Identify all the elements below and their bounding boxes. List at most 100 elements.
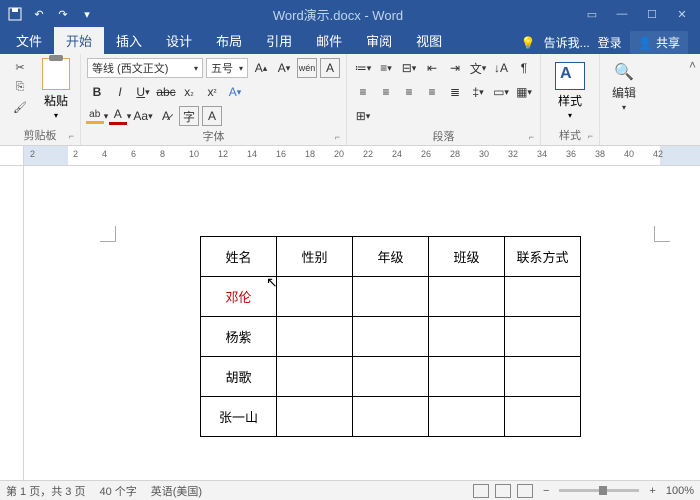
snap-grid-icon[interactable]: ⊞▾ <box>353 106 373 126</box>
status-word-count[interactable]: 40 个字 <box>99 483 136 499</box>
table-cell[interactable]: 邓伦 <box>201 277 277 317</box>
line-spacing-icon[interactable]: ‡▾ <box>468 82 488 102</box>
table-row[interactable]: 胡歌 <box>201 357 581 397</box>
tab-view[interactable]: 视图 <box>404 27 454 54</box>
table-header-cell[interactable]: 姓名 <box>201 237 277 277</box>
phonetic-guide-icon[interactable]: wén <box>297 58 317 78</box>
tab-layout[interactable]: 布局 <box>204 27 254 54</box>
table-cell[interactable]: 杨紫 <box>201 317 277 357</box>
italic-icon[interactable]: I <box>110 82 130 102</box>
page[interactable]: 姓名 性别 年级 班级 联系方式 邓伦 杨紫 胡歌 张一山 <box>30 174 690 480</box>
document-area[interactable]: 姓名 性别 年级 班级 联系方式 邓伦 杨紫 胡歌 张一山 <box>0 166 700 480</box>
justify-icon[interactable]: ≡ <box>422 82 442 102</box>
table-cell[interactable] <box>505 277 581 317</box>
tab-references[interactable]: 引用 <box>254 27 304 54</box>
sort-icon[interactable]: ↓A <box>491 58 511 78</box>
show-marks-icon[interactable]: ¶ <box>514 58 534 78</box>
table-cell[interactable] <box>505 357 581 397</box>
tab-file[interactable]: 文件 <box>4 27 54 54</box>
table-cell[interactable] <box>353 317 429 357</box>
table-row[interactable]: 张一山 <box>201 397 581 437</box>
table-cell[interactable] <box>353 397 429 437</box>
table-header-cell[interactable]: 年级 <box>353 237 429 277</box>
maximize-icon[interactable]: ☐ <box>638 3 666 25</box>
table-cell[interactable]: 张一山 <box>201 397 277 437</box>
numbering-icon[interactable]: ≡▾ <box>376 58 396 78</box>
character-border-icon[interactable]: A <box>320 58 340 78</box>
share-button[interactable]: 👤 共享 <box>630 31 688 54</box>
align-right-icon[interactable]: ≡ <box>399 82 419 102</box>
paste-button[interactable]: 粘贴 ▾ <box>38 58 74 125</box>
save-icon[interactable] <box>4 3 26 25</box>
styles-dropdown-icon[interactable]: ▾ <box>568 111 572 120</box>
font-size-combo[interactable]: 五号▾ <box>206 58 248 78</box>
align-center-icon[interactable]: ≡ <box>376 82 396 102</box>
distributed-icon[interactable]: ≣ <box>445 82 465 102</box>
zoom-slider[interactable] <box>559 489 639 492</box>
ribbon-options-icon[interactable]: ▭ <box>578 3 606 25</box>
styles-button[interactable]: 样式 ▾ <box>547 58 593 125</box>
table-cell[interactable] <box>277 317 353 357</box>
table-cell[interactable] <box>277 397 353 437</box>
multilevel-list-icon[interactable]: ⊟▾ <box>399 58 419 78</box>
table-cell[interactable] <box>277 357 353 397</box>
clipboard-launcher-icon[interactable]: ⌐ <box>69 131 74 141</box>
paste-dropdown-icon[interactable]: ▾ <box>54 111 58 120</box>
tab-insert[interactable]: 插入 <box>104 27 154 54</box>
redo-icon[interactable]: ↷ <box>52 3 74 25</box>
superscript-icon[interactable]: x² <box>202 82 222 102</box>
tab-design[interactable]: 设计 <box>154 27 204 54</box>
zoom-level[interactable]: 100% <box>666 485 694 497</box>
ruler-vertical[interactable] <box>0 166 24 480</box>
bold-icon[interactable]: B <box>87 82 107 102</box>
copy-icon[interactable]: ⎘ <box>10 78 30 96</box>
align-left-icon[interactable]: ≡ <box>353 82 373 102</box>
table-header-row[interactable]: 姓名 性别 年级 班级 联系方式 <box>201 237 581 277</box>
read-mode-icon[interactable] <box>473 484 489 498</box>
table-cell[interactable] <box>429 277 505 317</box>
asian-layout-icon[interactable]: 文▾ <box>468 58 488 78</box>
minimize-icon[interactable]: — <box>608 3 636 25</box>
paragraph-launcher-icon[interactable]: ⌐ <box>529 132 534 142</box>
text-effects-icon[interactable]: A▾ <box>225 82 245 102</box>
status-language[interactable]: 英语(美国) <box>151 483 202 499</box>
editing-dropdown-icon[interactable]: ▾ <box>622 103 626 112</box>
table-header-cell[interactable]: 班级 <box>429 237 505 277</box>
tab-home[interactable]: 开始 <box>54 27 104 54</box>
table-cell[interactable] <box>505 317 581 357</box>
strikethrough-icon[interactable]: abc <box>156 82 176 102</box>
table-row[interactable]: 邓伦 <box>201 277 581 317</box>
font-launcher-icon[interactable]: ⌐ <box>335 132 340 142</box>
table-cell[interactable] <box>429 317 505 357</box>
ruler-horizontal[interactable]: 2 24681012141618202224262830323436384042 <box>0 146 700 166</box>
collapse-ribbon-icon[interactable]: ˄ <box>685 54 700 145</box>
table-cell[interactable] <box>505 397 581 437</box>
table-header-cell[interactable]: 联系方式 <box>505 237 581 277</box>
zoom-out-button[interactable]: − <box>543 485 549 497</box>
decrease-indent-icon[interactable]: ⇤ <box>422 58 442 78</box>
table-cell[interactable] <box>353 357 429 397</box>
tell-me-text[interactable]: 告诉我... <box>544 34 590 51</box>
table-cell[interactable] <box>277 277 353 317</box>
character-shading-icon[interactable]: A <box>202 106 222 126</box>
document-table[interactable]: 姓名 性别 年级 班级 联系方式 邓伦 杨紫 胡歌 张一山 <box>200 236 581 437</box>
bullets-icon[interactable]: ≔▾ <box>353 58 373 78</box>
borders-icon[interactable]: ▦▾ <box>514 82 534 102</box>
change-case-icon[interactable]: Aa▾ <box>133 106 153 126</box>
close-icon[interactable]: ✕ <box>668 3 696 25</box>
clear-formatting-icon[interactable]: A̷ <box>156 106 176 126</box>
undo-icon[interactable]: ↶ <box>28 3 50 25</box>
increase-indent-icon[interactable]: ⇥ <box>445 58 465 78</box>
font-name-combo[interactable]: 等线 (西文正文)▾ <box>87 58 203 78</box>
highlight-color-icon[interactable]: ab▾ <box>87 106 107 126</box>
table-cell[interactable] <box>429 397 505 437</box>
qat-dropdown-icon[interactable]: ▾ <box>76 3 98 25</box>
underline-icon[interactable]: U▾ <box>133 82 153 102</box>
table-cell[interactable] <box>353 277 429 317</box>
tab-review[interactable]: 审阅 <box>354 27 404 54</box>
print-layout-icon[interactable] <box>495 484 511 498</box>
status-page[interactable]: 第 1 页，共 3 页 <box>6 483 85 499</box>
table-cell[interactable]: 胡歌 <box>201 357 277 397</box>
shading-icon[interactable]: ▭▾ <box>491 82 511 102</box>
cut-icon[interactable]: ✂ <box>10 58 30 76</box>
